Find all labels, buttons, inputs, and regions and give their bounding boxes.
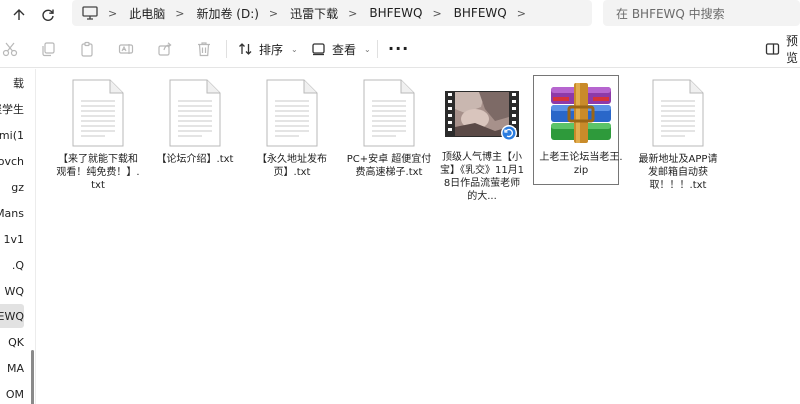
more-options-button[interactable]: ··· [388, 39, 409, 58]
address-row: > 此电脑 > 新加卷 (D:) > 迅雷下载 > BHFEWQ > BHFEW… [0, 0, 800, 30]
sidebar-item[interactable]: WQ [0, 279, 24, 303]
text-document-icon [72, 79, 124, 147]
sidebar-item[interactable]: ovch [0, 149, 24, 173]
sidebar-item[interactable]: 1v1 [0, 227, 24, 251]
rename-icon[interactable] [118, 41, 134, 57]
file-item[interactable]: 顶级人气博主【小宝】《乳交》11月18日作品流萤老师的大... [438, 75, 526, 203]
sidebar-scrollbar[interactable] [31, 350, 34, 404]
sidebar-item-selected[interactable]: EWQ [0, 304, 24, 328]
file-list: 【来了就能下载和观看！纯免费！】.txt 【论坛介绍】.txt 【永久地址发布页… [37, 69, 800, 404]
file-item[interactable]: 【来了就能下载和观看！纯免费！】.txt [54, 75, 142, 192]
paste-icon[interactable] [79, 41, 95, 57]
navigation-pane: 载 聚学生 zmi(1 ovch gz Mans 1v1 .Q WQ EWQ Q… [0, 69, 36, 404]
preview-pane-icon [765, 42, 780, 56]
video-thumbnail-icon [445, 91, 519, 141]
sidebar-item[interactable]: zmi(1 [0, 123, 24, 147]
preview-pane-label: 预览 [786, 34, 799, 65]
chevron-down-icon: ⌄ [364, 44, 371, 54]
breadcrumb-this-pc[interactable]: 此电脑 [129, 5, 165, 22]
breadcrumb-downloads[interactable]: 迅雷下载 [290, 5, 338, 22]
sidebar-item[interactable]: QK [0, 330, 24, 354]
sidebar-item[interactable]: gz [0, 175, 24, 199]
computer-icon [82, 6, 98, 20]
toolbar-divider [226, 40, 227, 58]
file-item[interactable]: PC+安卓 超便宜付费高速梯子.txt [345, 75, 433, 179]
copy-icon[interactable] [40, 41, 56, 57]
sort-label: 排序 [259, 42, 284, 57]
winrar-archive-icon [551, 83, 611, 143]
breadcrumb-drive[interactable]: 新加卷 (D:) [196, 5, 258, 22]
text-document-icon [266, 79, 318, 147]
sidebar-item[interactable]: .Q [0, 253, 24, 277]
view-label: 查看 [332, 42, 357, 57]
sort-button[interactable]: 排序 ⌄ [238, 38, 298, 60]
file-name: 顶级人气博主【小宝】《乳交》11月18日作品流萤老师的大... [439, 152, 525, 202]
file-name: 【来了就能下载和观看！纯免费！】.txt [56, 154, 140, 191]
sidebar-item[interactable]: MA [0, 356, 24, 380]
file-name: PC+安卓 超便宜付费高速梯子.txt [346, 154, 432, 178]
breadcrumb-chevron-icon[interactable]: > [269, 7, 278, 20]
file-item-selected[interactable]: 上老王论坛当老王.zip [533, 75, 625, 185]
breadcrumb-current-folder[interactable]: BHFEWQ [454, 6, 507, 20]
text-document-icon [169, 79, 221, 147]
file-name: 【论坛介绍】.txt [156, 154, 234, 165]
address-bar[interactable]: > 此电脑 > 新加卷 (D:) > 迅雷下载 > BHFEWQ > BHFEW… [72, 0, 592, 26]
preview-pane-button[interactable]: 预览 [765, 34, 800, 65]
breadcrumb-chevron-icon[interactable]: > [432, 7, 441, 20]
cut-icon[interactable] [2, 41, 18, 57]
file-name: 【永久地址发布页】.txt [257, 154, 327, 178]
file-item[interactable]: 最新地址及APP请发邮箱自动获取！！！.txt [634, 75, 722, 192]
share-icon[interactable] [157, 41, 173, 57]
sidebar-item[interactable]: 聚学生 [0, 97, 24, 121]
delete-icon[interactable] [196, 41, 212, 57]
file-item[interactable]: 【论坛介绍】.txt [151, 75, 239, 166]
sort-icon [238, 42, 253, 56]
sidebar-item[interactable]: Mans [0, 201, 24, 225]
up-arrow-icon[interactable] [8, 4, 30, 26]
text-document-icon [652, 79, 704, 147]
breadcrumb-chevron-icon: > [108, 6, 118, 20]
sidebar-item[interactable]: OM [0, 382, 24, 404]
breadcrumb-chevron-icon[interactable]: > [517, 7, 526, 20]
text-document-icon [363, 79, 415, 147]
file-item[interactable]: 【永久地址发布页】.txt [248, 75, 336, 179]
breadcrumb-chevron-icon[interactable]: > [175, 7, 184, 20]
breadcrumb-chevron-icon[interactable]: > [348, 7, 357, 20]
sidebar-item[interactable]: 载 [0, 71, 24, 95]
view-icon [311, 42, 326, 56]
toolbar-divider [377, 40, 378, 58]
view-button[interactable]: 查看 ⌄ [311, 38, 371, 60]
refresh-icon[interactable] [37, 4, 59, 26]
file-name: 最新地址及APP请发邮箱自动获取！！！.txt [638, 154, 718, 191]
breadcrumb-folder[interactable]: BHFEWQ [369, 6, 422, 20]
file-name: 上老王论坛当老王.zip [539, 152, 623, 176]
chevron-down-icon: ⌄ [291, 44, 298, 54]
search-input[interactable]: 在 BHFEWQ 中搜索 [603, 0, 800, 26]
command-bar: 排序 ⌄ 查看 ⌄ ··· 预览 [0, 30, 800, 68]
